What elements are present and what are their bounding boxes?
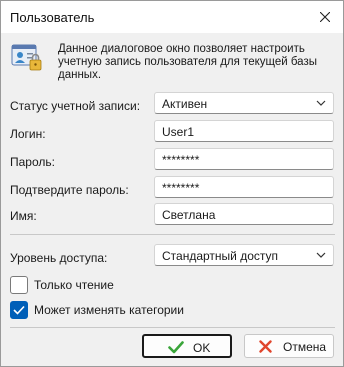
close-button[interactable] — [307, 1, 343, 33]
password-input[interactable]: ******** — [154, 148, 334, 170]
login-label: Логин: — [10, 127, 46, 141]
password-value: ******** — [162, 153, 200, 167]
info-description: Данное диалоговое окно позволяет настрои… — [58, 43, 317, 81]
password-label: Пароль: — [10, 155, 55, 169]
user-dialog: Пользователь Данное диалоговое окно позв… — [0, 0, 344, 367]
edit-categories-checkbox[interactable] — [10, 301, 28, 319]
divider — [10, 327, 335, 328]
user-lock-icon — [11, 44, 42, 71]
name-value: Светлана — [162, 208, 216, 222]
access-level-label: Уровень доступа: — [10, 251, 108, 265]
login-input[interactable]: User1 — [154, 120, 334, 142]
access-level-value: Стандартный доступ — [162, 249, 279, 263]
title-bar: Пользователь — [1, 1, 343, 33]
access-level-dropdown[interactable]: Стандартный доступ — [154, 244, 334, 266]
status-value: Активен — [162, 97, 208, 111]
confirm-password-value: ******** — [162, 181, 200, 195]
read-only-checkbox[interactable] — [10, 276, 28, 294]
edit-categories-label: Может изменять категории — [34, 303, 184, 317]
name-label: Имя: — [10, 209, 37, 223]
cancel-button-label: Отмена — [283, 340, 327, 354]
red-x-icon — [259, 340, 272, 353]
divider — [10, 234, 335, 235]
status-label: Статус учетной записи: — [10, 99, 141, 113]
login-value: User1 — [162, 125, 195, 139]
window-title: Пользователь — [10, 10, 95, 25]
name-input[interactable]: Светлана — [154, 203, 334, 225]
read-only-label: Только чтение — [34, 278, 114, 292]
green-check-icon — [168, 341, 184, 354]
close-icon — [320, 12, 330, 22]
confirm-password-label: Подтвердите пароль: — [10, 183, 129, 197]
cancel-button[interactable]: Отмена — [244, 334, 334, 358]
chevron-down-icon — [316, 252, 326, 258]
ok-button[interactable]: OK — [142, 334, 232, 358]
ok-button-label: OK — [193, 341, 211, 355]
confirm-password-input[interactable]: ******** — [154, 176, 334, 198]
status-dropdown[interactable]: Активен — [154, 92, 334, 114]
chevron-down-icon — [316, 100, 326, 106]
checkmark-icon — [13, 305, 25, 315]
